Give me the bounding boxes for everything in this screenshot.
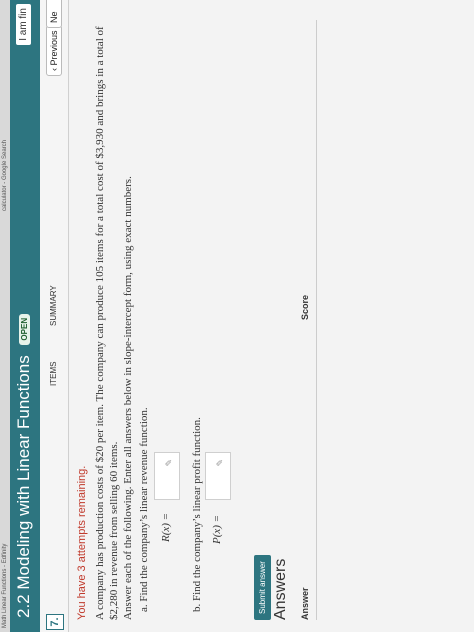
profit-function-input[interactable]: ✎: [205, 452, 231, 500]
problem-instructions: Answer each of the following. Enter all …: [122, 176, 134, 620]
tab-items[interactable]: ITEMS: [49, 362, 58, 386]
browser-tab-bar: Math Linear Functions - Edfinity calcula…: [0, 0, 10, 632]
question-nav: 7. ITEMS SUMMARY ‹ Previous Ne: [40, 0, 69, 632]
edit-icon: ✎: [165, 459, 175, 467]
problem-statement: A company has production costs of $20 pe…: [94, 26, 120, 620]
problem-text: A company has production costs of $20 pe…: [93, 20, 135, 620]
assignment-header: 2.2 Modeling with Linear Functions OPEN …: [10, 0, 40, 632]
answers-table-header: Answer Score: [300, 20, 317, 620]
column-answer: Answer: [300, 587, 310, 620]
part-a-label: a. Find the company’s linear revenue fun…: [138, 407, 150, 612]
question-number[interactable]: 7.: [46, 614, 64, 630]
tab-summary[interactable]: SUMMARY: [49, 285, 58, 326]
answers-heading: Answers: [272, 558, 289, 620]
user-menu-button[interactable]: I am fin: [16, 4, 31, 45]
previous-button[interactable]: ‹ Previous: [46, 25, 62, 76]
status-badge: OPEN: [19, 313, 31, 345]
browser-tab-right[interactable]: calculator - Google Search: [0, 140, 10, 211]
part-b-label: b. Find the company’s linear profit func…: [191, 417, 203, 612]
revenue-function-label: R(x) =: [160, 512, 172, 542]
profit-function-label: P(x) =: [211, 514, 223, 544]
next-button[interactable]: Ne: [46, 0, 62, 28]
screen: Math Linear Functions - Edfinity calcula…: [0, 0, 474, 632]
edit-icon: ✎: [216, 459, 226, 467]
column-score: Score: [300, 294, 310, 320]
page-title: 2.2 Modeling with Linear Functions OPEN: [14, 313, 34, 618]
question-content: You have 3 attempts remaining. A company…: [68, 0, 474, 632]
submit-answer-button[interactable]: Submit answer: [254, 555, 271, 620]
attempts-remaining: You have 3 attempts remaining.: [76, 465, 88, 620]
page-title-text: 2.2 Modeling with Linear Functions: [14, 355, 33, 618]
revenue-function-input[interactable]: ✎: [154, 452, 180, 500]
browser-tab-left[interactable]: Math Linear Functions - Edfinity: [0, 544, 10, 628]
